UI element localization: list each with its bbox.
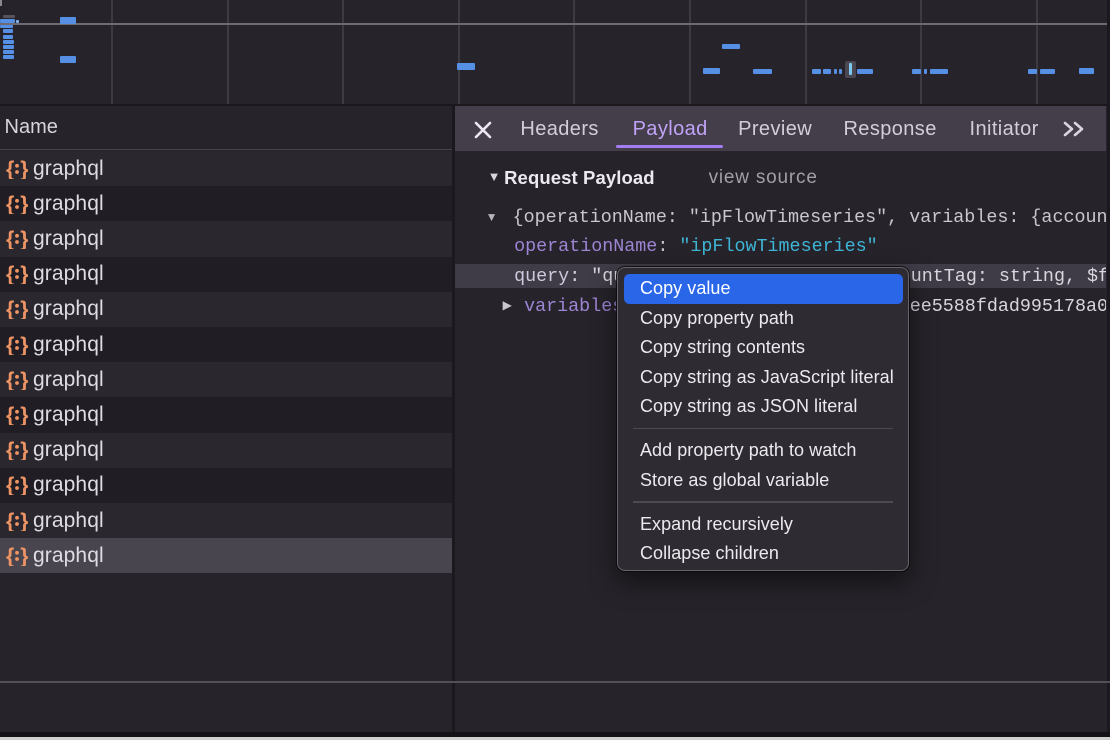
- svg-text:{: {: [6, 159, 14, 179]
- svg-text:}: }: [20, 475, 28, 495]
- svg-text:{: {: [6, 370, 14, 390]
- svg-text:{: {: [6, 264, 14, 284]
- svg-text:}: }: [20, 194, 28, 214]
- svg-text:}: }: [20, 511, 28, 531]
- svg-text:}: }: [20, 335, 28, 355]
- svg-text:{: {: [6, 546, 14, 566]
- svg-text:{: {: [6, 405, 14, 425]
- svg-text:{: {: [6, 440, 14, 460]
- svg-text:{: {: [6, 194, 14, 214]
- svg-text:}: }: [20, 159, 28, 179]
- svg-text:}: }: [20, 405, 28, 425]
- svg-text:}: }: [20, 370, 28, 390]
- svg-text:{: {: [6, 475, 14, 495]
- svg-text:{: {: [6, 299, 14, 319]
- svg-text:}: }: [20, 299, 28, 319]
- svg-text:}: }: [20, 546, 28, 566]
- svg-text:{: {: [6, 335, 14, 355]
- svg-text:{: {: [6, 511, 14, 531]
- svg-text:{: {: [6, 229, 14, 249]
- svg-text:}: }: [20, 264, 28, 284]
- svg-text:}: }: [20, 229, 28, 249]
- svg-text:}: }: [20, 440, 28, 460]
